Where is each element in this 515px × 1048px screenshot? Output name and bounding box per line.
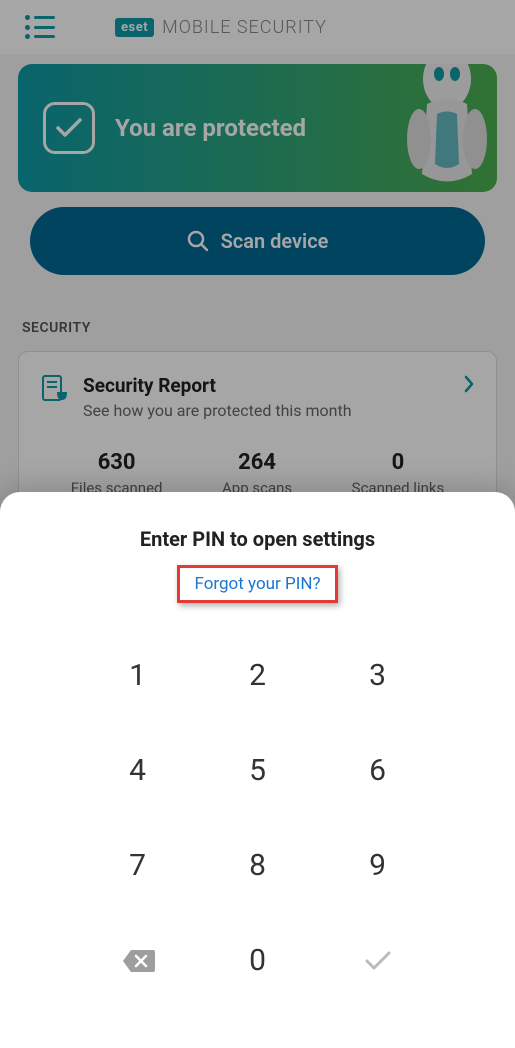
key-6[interactable]: 6	[318, 723, 438, 818]
key-5[interactable]: 5	[198, 723, 318, 818]
key-backspace[interactable]	[78, 913, 198, 1008]
key-1[interactable]: 1	[78, 628, 198, 723]
key-8[interactable]: 8	[198, 818, 318, 913]
backspace-icon	[121, 948, 155, 974]
key-7[interactable]: 7	[78, 818, 198, 913]
pin-entry-sheet: Enter PIN to open settings Forgot your P…	[0, 492, 515, 1048]
key-2[interactable]: 2	[198, 628, 318, 723]
key-3[interactable]: 3	[318, 628, 438, 723]
pin-keypad: 1 2 3 4 5 6 7 8 9 0	[78, 628, 438, 1008]
check-icon	[364, 950, 392, 972]
key-confirm[interactable]	[318, 913, 438, 1008]
key-4[interactable]: 4	[78, 723, 198, 818]
key-9[interactable]: 9	[318, 818, 438, 913]
forgot-pin-link[interactable]: Forgot your PIN?	[194, 574, 320, 594]
key-0[interactable]: 0	[198, 913, 318, 1008]
forgot-pin-highlight: Forgot your PIN?	[177, 565, 337, 603]
pin-title: Enter PIN to open settings	[30, 527, 485, 551]
